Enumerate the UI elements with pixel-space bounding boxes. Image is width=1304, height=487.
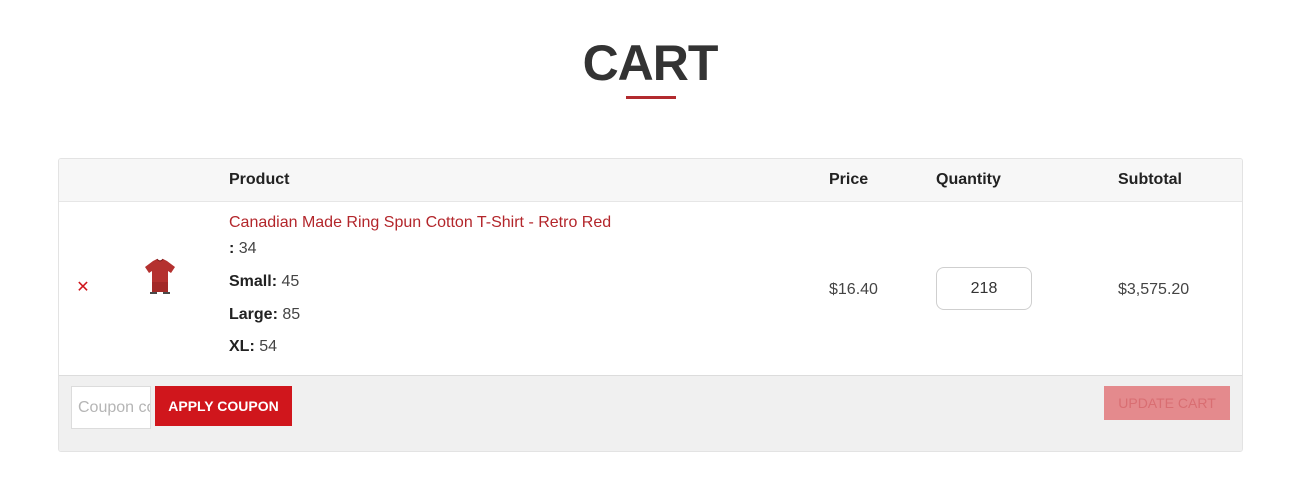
page-title: CART bbox=[582, 35, 719, 91]
product-meta-blank: : 34 bbox=[229, 240, 257, 258]
item-subtotal: $3,575.20 bbox=[1118, 281, 1190, 298]
coupon-input[interactable] bbox=[71, 386, 151, 429]
title-underline bbox=[626, 96, 676, 99]
apply-coupon-button[interactable]: APPLY COUPON bbox=[155, 386, 292, 426]
header-price: Price bbox=[829, 171, 869, 188]
item-price: $16.40 bbox=[829, 281, 878, 298]
product-name-link[interactable]: Canadian Made Ring Spun Cotton T-Shirt -… bbox=[229, 214, 611, 232]
table-header: Product Price Quantity Subtotal bbox=[59, 159, 1242, 202]
cart-table: Product Price Quantity Subtotal ✕ Canadi… bbox=[58, 158, 1243, 452]
meta-label: Large: bbox=[229, 306, 278, 323]
meta-label: Small: bbox=[229, 273, 278, 290]
meta-label: XL: bbox=[229, 338, 255, 355]
header-product: Product bbox=[229, 171, 290, 188]
meta-value: 54 bbox=[259, 338, 278, 355]
cart-actions: APPLY COUPON UPDATE CART bbox=[59, 375, 1242, 451]
product-meta-small: Small: 45 bbox=[229, 273, 299, 291]
remove-item-icon[interactable]: ✕ bbox=[76, 280, 90, 296]
table-row: ✕ Canadian Made Ring Spun Cotton T-Shirt… bbox=[59, 202, 1242, 375]
header-subtotal: Subtotal bbox=[1118, 171, 1182, 188]
product-meta-xl: XL: 54 bbox=[229, 338, 277, 356]
meta-value: 85 bbox=[282, 306, 301, 323]
product-thumbnail[interactable] bbox=[143, 258, 177, 294]
meta-label: : bbox=[229, 240, 235, 257]
meta-value: 45 bbox=[281, 273, 300, 290]
header-quantity: Quantity bbox=[936, 171, 1001, 188]
update-cart-button[interactable]: UPDATE CART bbox=[1104, 386, 1230, 420]
meta-value: 34 bbox=[238, 240, 257, 257]
product-meta-large: Large: 85 bbox=[229, 306, 300, 324]
quantity-input[interactable] bbox=[936, 267, 1032, 310]
